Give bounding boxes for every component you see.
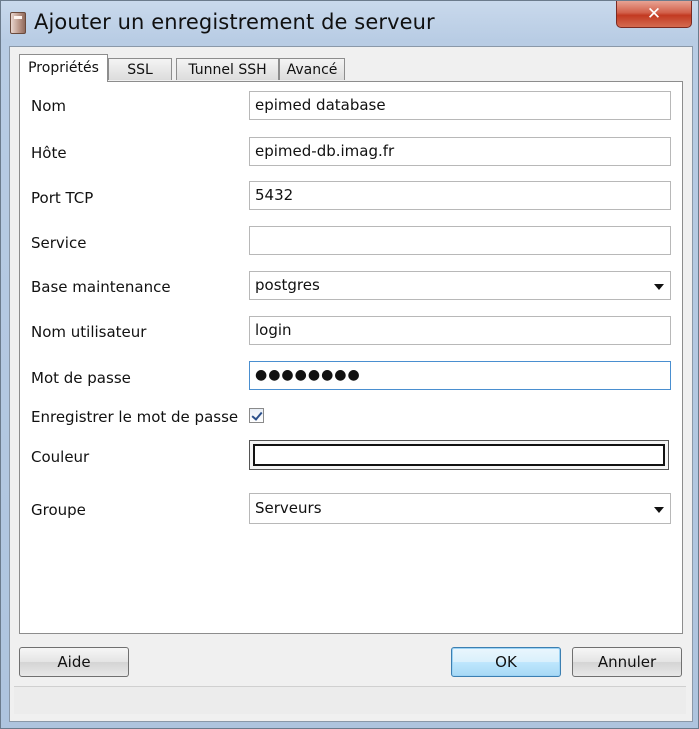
couleur-picker[interactable]	[249, 440, 669, 470]
close-icon: ✕	[646, 4, 662, 24]
base-maintenance-value: postgres	[255, 276, 320, 294]
hote-input[interactable]: epimed-db.imag.fr	[249, 137, 671, 166]
groupe-select[interactable]: Serveurs	[249, 493, 671, 524]
dialog-window: Ajouter un enregistrement de serveur ✕ P…	[0, 0, 699, 729]
app-icon	[10, 12, 26, 34]
base-maintenance-label: Base maintenance	[31, 278, 171, 296]
mot-de-passe-input[interactable]: ●●●●●●●●	[249, 361, 671, 390]
aide-button[interactable]: Aide	[19, 647, 129, 677]
enregistrer-mot-de-passe-checkbox[interactable]	[249, 408, 264, 423]
tab-avance[interactable]: Avancé	[279, 58, 345, 80]
service-label: Service	[31, 234, 87, 252]
port-label: Port TCP	[31, 189, 94, 207]
nom-input[interactable]: epimed database	[249, 91, 671, 120]
tab-ssl[interactable]: SSL	[108, 58, 172, 80]
groupe-label: Groupe	[31, 501, 86, 519]
groupe-value: Serveurs	[255, 499, 322, 517]
nom-utilisateur-label: Nom utilisateur	[31, 323, 147, 341]
tab-tunnel-ssh[interactable]: Tunnel SSH	[176, 58, 279, 80]
nom-utilisateur-input[interactable]: login	[249, 316, 671, 345]
status-bar	[14, 686, 686, 714]
service-input[interactable]	[249, 226, 671, 255]
base-maintenance-select[interactable]: postgres	[249, 271, 671, 300]
ok-button[interactable]: OK	[451, 647, 561, 677]
couleur-label: Couleur	[31, 448, 90, 466]
close-button[interactable]: ✕	[616, 1, 692, 28]
title-bar[interactable]: Ajouter un enregistrement de serveur ✕	[1, 1, 698, 45]
tab-proprietes[interactable]: Propriétés	[19, 54, 108, 82]
nom-label: Nom	[31, 97, 67, 115]
dialog-client: Propriétés SSL Tunnel SSH Avancé Nom epi…	[9, 46, 693, 722]
hote-label: Hôte	[31, 144, 67, 162]
mot-de-passe-label: Mot de passe	[31, 369, 131, 387]
annuler-button[interactable]: Annuler	[572, 647, 682, 677]
properties-panel: Nom epimed database Hôte epimed-db.imag.…	[19, 81, 683, 634]
window-title: Ajouter un enregistrement de serveur	[34, 10, 435, 34]
couleur-swatch	[253, 444, 665, 466]
port-input[interactable]: 5432	[249, 181, 671, 210]
enregistrer-mot-de-passe-label: Enregistrer le mot de passe	[31, 408, 239, 426]
chevron-down-icon	[654, 284, 664, 290]
chevron-down-icon	[654, 507, 664, 513]
